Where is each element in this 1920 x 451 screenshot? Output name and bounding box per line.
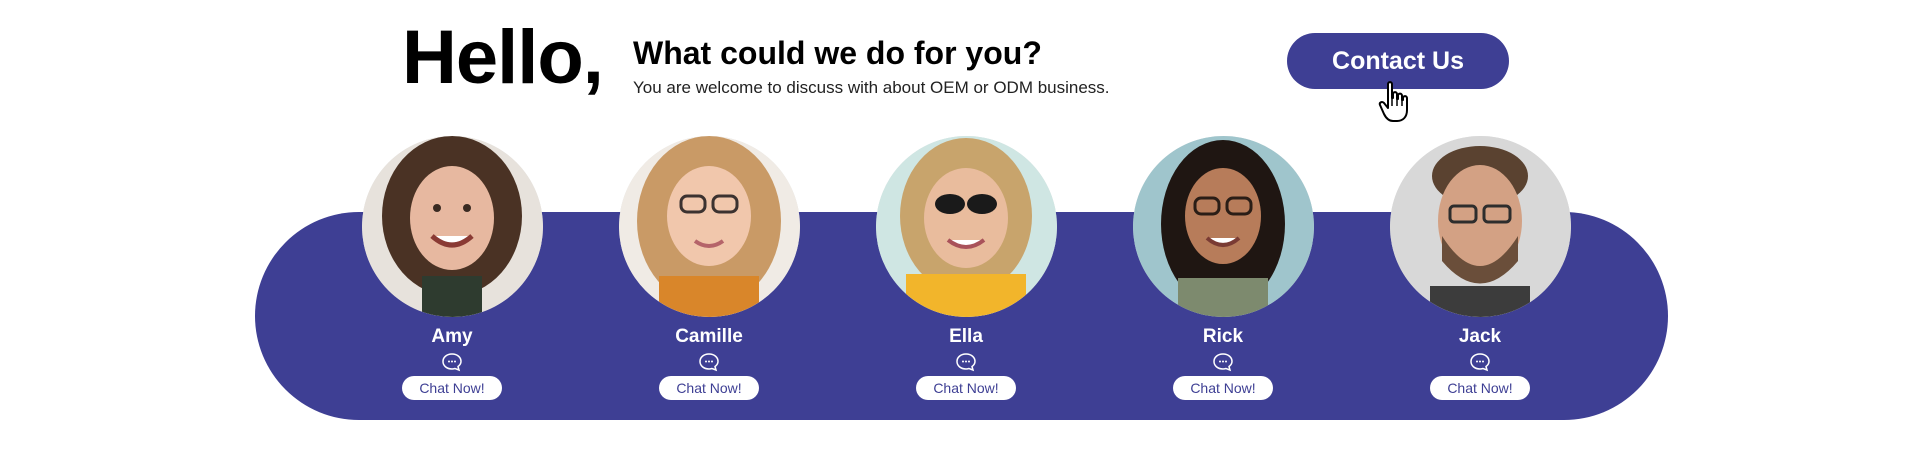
chat-now-button[interactable]: Chat Now! (1173, 375, 1273, 400)
chat-bubble-icon (699, 353, 719, 372)
avatar (1132, 136, 1314, 317)
avatar (875, 136, 1057, 317)
chat-bubble-icon (1213, 353, 1233, 372)
chat-now-button[interactable]: Chat Now! (1430, 375, 1530, 400)
chat-bubble-icon (956, 353, 976, 372)
chat-now-button[interactable]: Chat Now! (659, 375, 759, 400)
team-member-name: Amy (431, 326, 473, 347)
team-member-name: Ella (949, 326, 983, 347)
team-member-amy: Amy Chat Now! (352, 136, 552, 400)
avatar (361, 136, 543, 317)
chat-now-button[interactable]: Chat Now! (916, 375, 1016, 400)
avatar (618, 136, 800, 317)
team-member-rick: Rick Chat Now! (1123, 136, 1323, 400)
chat-bubble-icon (442, 353, 462, 372)
chat-bubble-icon (1470, 353, 1490, 372)
chat-now-button[interactable]: Chat Now! (402, 375, 502, 400)
team-member-name: Camille (675, 326, 743, 347)
team-member-name: Jack (1458, 326, 1502, 347)
team-member-camille: Camille Chat Now! (609, 136, 809, 400)
team-member-jack: Jack Chat Now! (1380, 136, 1580, 400)
team-member-name: Rick (1202, 326, 1244, 347)
team-list: Amy Chat Now! Camille Chat Now! Ella Cha… (0, 0, 1920, 451)
team-member-ella: Ella Chat Now! (866, 136, 1066, 400)
avatar (1389, 136, 1571, 317)
